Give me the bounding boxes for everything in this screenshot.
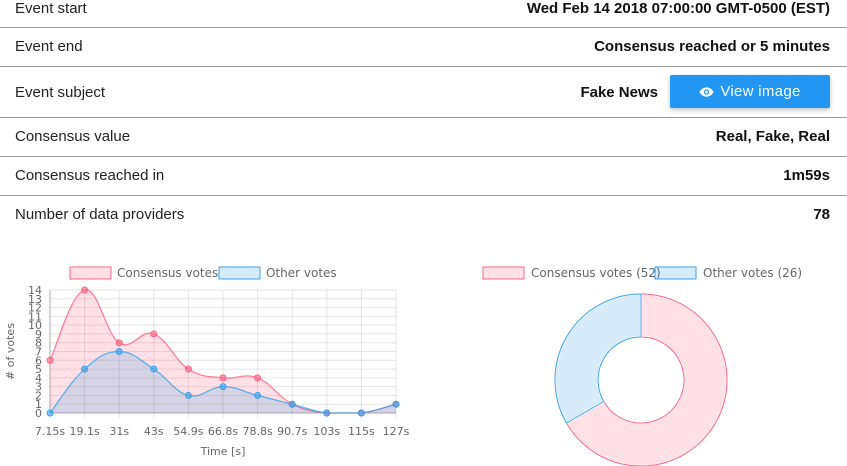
- consensus-value: Real, Fake, Real: [715, 128, 830, 145]
- consensus-reached-label: Consensus reached in: [15, 167, 165, 184]
- data-point-1: [288, 400, 296, 408]
- votes-doughnut-chart: Consensus votes (52) Other votes (26): [482, 266, 802, 466]
- legend-label-1: Other votes: [266, 266, 337, 280]
- data-point-1: [219, 383, 227, 391]
- pie-legend-swatch-1: [654, 266, 697, 280]
- doughnut-slice-1: [554, 292, 642, 425]
- pie-legend-swatch-0: [482, 266, 525, 280]
- data-point-0: [254, 374, 262, 382]
- x-tick-label: 90.7s: [277, 425, 307, 438]
- data-point-0: [81, 286, 89, 294]
- x-tick-label: 7.15s: [35, 425, 65, 438]
- data-point-1: [46, 409, 54, 417]
- event-start-value: Wed Feb 14 2018 07:00:00 GMT-0500 (EST): [526, 0, 830, 17]
- x-tick-label: 19.1s: [69, 425, 99, 438]
- consensus-reached-value: 1m59s: [783, 167, 830, 184]
- x-tick-label: 78.8s: [242, 425, 272, 438]
- data-providers-row: Number of data providers 78: [0, 196, 847, 235]
- x-tick-label: 115s: [348, 425, 375, 438]
- votes-line-chart: Consensus votes Other votes01234567891011…: [4, 266, 410, 458]
- legend-swatch-1: [218, 266, 261, 280]
- event-subject-value: Fake News: [580, 84, 658, 101]
- data-point-1: [184, 391, 192, 399]
- data-point-0: [219, 374, 227, 382]
- x-tick-label: 54.9s: [173, 425, 203, 438]
- data-point-1: [150, 365, 158, 373]
- data-point-0: [150, 330, 158, 338]
- data-point-0: [115, 339, 123, 347]
- x-tick-label: 103s: [313, 425, 340, 438]
- data-point-1: [392, 400, 400, 408]
- view-image-button[interactable]: View image: [670, 75, 830, 108]
- event-subject-label: Event subject: [15, 84, 106, 101]
- data-point-1: [81, 365, 89, 373]
- legend-label-0: Consensus votes: [117, 266, 218, 280]
- event-start-label: Event start: [15, 0, 87, 17]
- data-point-1: [323, 409, 331, 417]
- data-point-0: [46, 356, 54, 364]
- pie-legend-label-0: Consensus votes (52): [531, 266, 661, 280]
- x-tick-label: 31s: [109, 425, 129, 438]
- consensus-value-row: Consensus value Real, Fake, Real: [0, 118, 847, 157]
- data-point-1: [254, 391, 262, 399]
- consensus-reached-row: Consensus reached in 1m59s: [0, 157, 847, 196]
- data-providers-value: 78: [813, 206, 830, 223]
- eye-icon: [699, 86, 714, 98]
- y-tick-label: 14: [28, 284, 42, 297]
- x-tick-label: 43s: [144, 425, 164, 438]
- consensus-value-label: Consensus value: [15, 128, 131, 145]
- data-point-1: [357, 409, 365, 417]
- legend-swatch-0: [69, 266, 112, 280]
- pie-legend-label-1: Other votes (26): [703, 266, 802, 280]
- x-axis-title: Time [s]: [200, 445, 246, 458]
- data-point-0: [184, 365, 192, 373]
- data-point-1: [115, 348, 123, 355]
- x-tick-label: 127s: [383, 425, 410, 438]
- data-providers-label: Number of data providers: [15, 206, 185, 223]
- event-end-label: Event end: [15, 38, 83, 55]
- event-end-row: Event end Consensus reached or 5 minutes: [0, 28, 847, 67]
- event-start-row: Event start Wed Feb 14 2018 07:00:00 GMT…: [0, 0, 847, 28]
- x-tick-label: 66.8s: [208, 425, 238, 438]
- view-image-label: View image: [720, 83, 801, 100]
- event-end-value: Consensus reached or 5 minutes: [594, 38, 830, 55]
- y-axis-title: # of votes: [4, 323, 17, 380]
